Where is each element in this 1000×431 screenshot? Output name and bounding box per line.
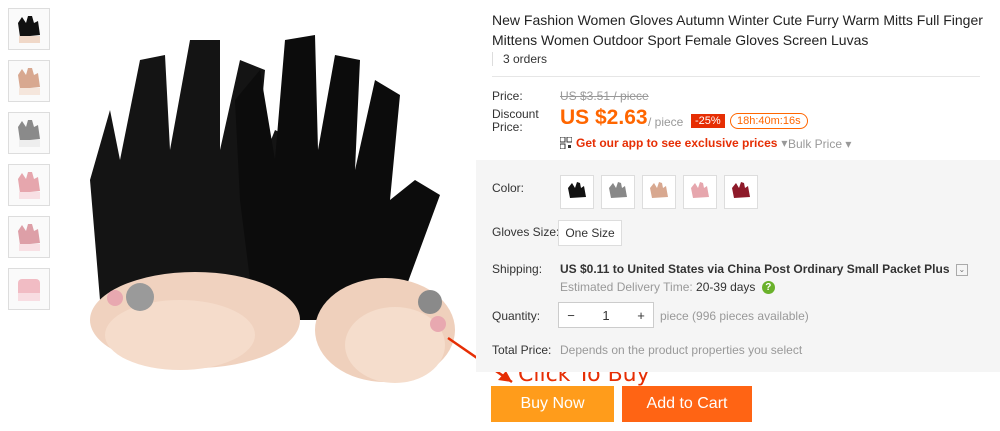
size-label: Gloves Size: — [492, 225, 560, 239]
glove-icon — [732, 182, 750, 198]
shipping-label: Shipping: — [492, 262, 543, 276]
divider — [492, 76, 980, 77]
chevron-down-icon: ▾ — [845, 137, 852, 151]
original-price: US $3.51 / piece — [560, 89, 649, 103]
decrement-button[interactable]: − — [559, 308, 583, 323]
countdown-timer: 18h:40m:16s — [730, 113, 808, 129]
orders-count: 3 orders — [492, 52, 547, 66]
shipping-info: US $0.11 to United States via China Post… — [560, 262, 968, 276]
help-icon[interactable]: ? — [761, 281, 775, 295]
discount-price: US $2.63 — [560, 106, 648, 129]
shipping-to: to — [612, 262, 625, 276]
glove-icon — [18, 120, 40, 147]
glove-icon — [18, 172, 40, 199]
thumbnail-pink-beige[interactable] — [8, 60, 50, 102]
thumbnail-gray[interactable] — [8, 112, 50, 154]
quantity-stepper: − 1 + — [558, 302, 654, 328]
shipping-price: US $0.11 — [560, 262, 610, 276]
bulk-price-link[interactable]: Bulk Price ▾ — [788, 137, 851, 151]
thumbnail-black[interactable] — [8, 8, 50, 50]
quantity-value[interactable]: 1 — [583, 308, 629, 323]
glove-icon — [18, 279, 40, 301]
glove-icon — [18, 16, 40, 43]
app-price-link[interactable]: Get our app to see exclusive prices ▾ — [560, 136, 787, 150]
glove-icon — [609, 182, 627, 198]
bulk-price-text: Bulk Price — [788, 137, 843, 151]
thumbnail-pink[interactable] — [8, 164, 50, 206]
delivery-label: Estimated Delivery Time: — [560, 280, 693, 294]
glove-icon — [18, 224, 40, 251]
delivery-estimate: Estimated Delivery Time: 20-39 days ? — [560, 280, 775, 295]
shipping-destination: United States via China Post Ordinary Sm… — [627, 262, 950, 276]
thumbnail-pink-2[interactable] — [8, 216, 50, 258]
product-title: New Fashion Women Gloves Autumn Winter C… — [492, 12, 983, 48]
add-to-cart-button[interactable]: Add to Cart — [622, 386, 752, 422]
pieces-available: piece (996 pieces available) — [660, 309, 809, 323]
color-swatch-gray[interactable] — [601, 175, 635, 209]
glove-icon — [650, 182, 668, 198]
product-image — [60, 0, 475, 426]
buy-now-button[interactable]: Buy Now — [491, 386, 614, 422]
glove-icon — [691, 182, 709, 198]
app-price-text: Get our app to see exclusive prices — [576, 136, 778, 150]
discount-price-label: Discount Price: — [492, 107, 539, 134]
gloves-image — [90, 35, 455, 383]
quantity-label: Quantity: — [492, 309, 541, 323]
discount-badge: -25% — [691, 114, 725, 128]
glove-icon — [568, 182, 586, 198]
glove-icon — [18, 68, 40, 95]
total-price-value: Depends on the product properties you se… — [560, 343, 803, 357]
size-option-one-size[interactable]: One Size — [558, 220, 622, 246]
color-swatch-beige[interactable] — [642, 175, 676, 209]
total-price-label: Total Price: — [492, 343, 552, 357]
color-swatch-wine[interactable] — [724, 175, 758, 209]
price-unit: / piece — [648, 115, 684, 129]
price-label: Price: — [492, 89, 523, 103]
thumbnail-list — [8, 8, 52, 320]
color-swatch-black[interactable] — [560, 175, 594, 209]
increment-button[interactable]: + — [629, 308, 653, 323]
color-swatch-pink[interactable] — [683, 175, 717, 209]
qr-code-icon — [560, 137, 572, 149]
delivery-days: 20-39 days — [696, 280, 756, 294]
product-info-panel: New Fashion Women Gloves Autumn Winter C… — [476, 0, 1000, 426]
shipping-dropdown-icon[interactable]: ⌄ — [955, 263, 968, 276]
color-label: Color: — [492, 181, 525, 195]
chevron-down-icon: ▾ — [781, 136, 788, 150]
thumbnail-pink-cuff[interactable] — [8, 268, 50, 310]
